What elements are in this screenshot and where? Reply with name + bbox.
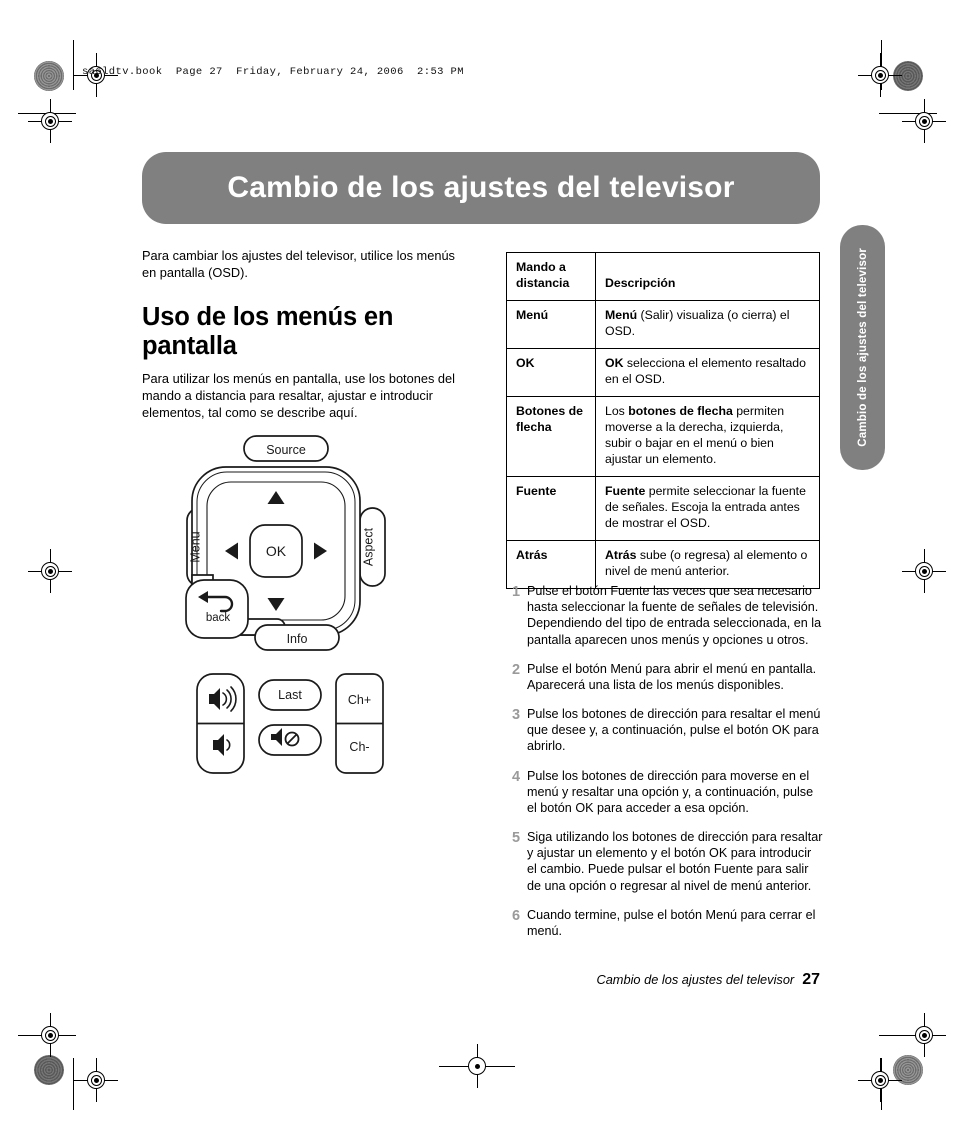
- remote-source-label: Source: [266, 443, 306, 457]
- step-text: Cuando termine, pulse el botón Menú para…: [527, 907, 816, 938]
- chapter-title-banner: Cambio de los ajustes del televisor: [142, 152, 820, 224]
- side-tab-label: Cambio de los ajustes del televisor: [856, 248, 869, 447]
- halftone-dot-bottom-left: [34, 1055, 64, 1085]
- table-row: Atrás Atrás sube (o regresa) al elemento…: [506, 539, 820, 589]
- table-row: Fuente Fuente permite seleccionar la fue…: [506, 475, 820, 541]
- desc-bold: Atrás: [605, 547, 637, 562]
- step-text: Pulse el botón Menú para abrir el menú e…: [527, 661, 817, 692]
- registration-mark-bottom-center: [439, 1044, 515, 1088]
- table-cell-key: Atrás: [506, 539, 596, 589]
- desc-bold: OK: [605, 355, 624, 370]
- table-header-description: Descripción: [595, 252, 820, 301]
- remote-info-label: Info: [287, 632, 308, 646]
- list-item: 2 Pulse el botón Menú para abrir el menú…: [512, 661, 824, 693]
- numbered-steps-list: 1 Pulse el botón Fuente las veces que se…: [512, 583, 824, 952]
- remote-menu-label: Menu: [189, 531, 203, 562]
- chapter-side-tab: Cambio de los ajustes del televisor: [840, 225, 885, 470]
- table-cell-description: Los botones de flecha permiten moverse a…: [595, 395, 820, 477]
- desc-bold: Menú: [605, 307, 638, 322]
- list-item: 3 Pulse los botones de dirección para re…: [512, 706, 824, 755]
- table-cell-key: Botones de flecha: [506, 395, 596, 477]
- right-column: Mando a distancia Descripción Menú Menú …: [506, 252, 820, 589]
- desc-bold: botones de flecha: [628, 403, 733, 418]
- section-heading: Uso de los menús en pantalla: [142, 303, 394, 360]
- remote-back-button: [185, 579, 249, 639]
- page-footer: Cambio de los ajustes del televisor 27: [0, 971, 820, 989]
- remote-ch-up-label: Ch+: [348, 693, 371, 707]
- registration-mark-bottom-left-inner: [74, 1058, 118, 1102]
- intro-paragraph: Para cambiar los ajustes del televisor, …: [142, 248, 455, 281]
- table-cell-description: Atrás sube (o regresa) al elemento o niv…: [595, 539, 820, 589]
- table-cell-description: OK selecciona el elemento resaltado en e…: [595, 347, 820, 397]
- remote-aspect-label: Aspect: [362, 527, 376, 566]
- desc-pre: Los: [605, 403, 629, 418]
- step-number: 3: [512, 707, 521, 724]
- table-cell-description: Fuente permite seleccionar la fuente de …: [595, 475, 820, 541]
- registration-mark-bottom-right-outer: [902, 1013, 946, 1057]
- table-cell-key: OK: [506, 347, 596, 397]
- table-row: Menú Menú (Salir) visualiza (o cierra) e…: [506, 299, 820, 349]
- list-item: 1 Pulse el botón Fuente las veces que se…: [512, 583, 824, 648]
- table-cell-description: Menú (Salir) visualiza (o cierra) el OSD…: [595, 299, 820, 349]
- remote-key-table: Mando a distancia Descripción Menú Menú …: [506, 252, 820, 589]
- remote-last-label: Last: [278, 688, 302, 702]
- registration-mark-top-right-inner: [858, 53, 902, 97]
- left-column: Para cambiar los ajustes del televisor, …: [142, 247, 462, 425]
- step-number: 4: [512, 768, 521, 785]
- table-header-row: Mando a distancia Descripción: [506, 252, 820, 301]
- table-row: Botones de flecha Los botones de flecha …: [506, 395, 820, 477]
- registration-mark-left-middle: [28, 549, 72, 593]
- remote-ch-down-label: Ch-: [349, 740, 369, 754]
- footer-title: Cambio de los ajustes del televisor: [596, 972, 795, 987]
- step-number: 1: [512, 584, 521, 600]
- registration-mark-right-middle: [902, 549, 946, 593]
- list-item: 5 Siga utilizando los botones de direcci…: [512, 829, 824, 894]
- desc-bold: Fuente: [605, 483, 646, 498]
- section-paragraph: Para utilizar los menús en pantalla, use…: [142, 371, 455, 421]
- step-text: Pulse los botones de dirección para move…: [527, 768, 814, 815]
- registration-mark-bottom-right-inner: [858, 1058, 902, 1102]
- table-header-remote: Mando a distancia: [506, 252, 596, 301]
- desc-rest: selecciona el elemento resaltado en el O…: [605, 355, 806, 386]
- remote-ok-label: OK: [266, 543, 287, 559]
- remote-control-diagram: Source OK back Info Last Ch+ Ch- Menu As…: [165, 425, 440, 795]
- book-file-header: sa6ldtv.book Page 27 Friday, February 24…: [82, 66, 464, 78]
- step-number: 5: [512, 830, 521, 847]
- page-number: 27: [802, 971, 820, 988]
- remote-back-label: back: [206, 612, 231, 624]
- table-cell-key: Fuente: [506, 475, 596, 541]
- step-text: Siga utilizando los botones de dirección…: [527, 830, 823, 893]
- registration-mark-top-right-outer: [902, 99, 946, 143]
- table-cell-key: Menú: [506, 299, 596, 349]
- registration-mark-top-left-outer: [28, 99, 72, 143]
- table-row: OK OK selecciona el elemento resaltado e…: [506, 347, 820, 397]
- list-item: 6 Cuando termine, pulse el botón Menú pa…: [512, 907, 824, 939]
- registration-mark-bottom-left-outer: [28, 1013, 72, 1057]
- step-text: Pulse los botones de dirección para resa…: [527, 707, 821, 754]
- halftone-dot-top-left: [34, 61, 64, 91]
- desc-rest: sube (o regresa) al elemento o nivel de …: [605, 547, 808, 578]
- page-title: Cambio de los ajustes del televisor: [227, 171, 735, 204]
- step-number: 2: [512, 661, 521, 678]
- list-item: 4 Pulse los botones de dirección para mo…: [512, 768, 824, 817]
- step-text: Pulse el botón Fuente las veces que sea …: [527, 584, 822, 647]
- step-number: 6: [512, 907, 521, 924]
